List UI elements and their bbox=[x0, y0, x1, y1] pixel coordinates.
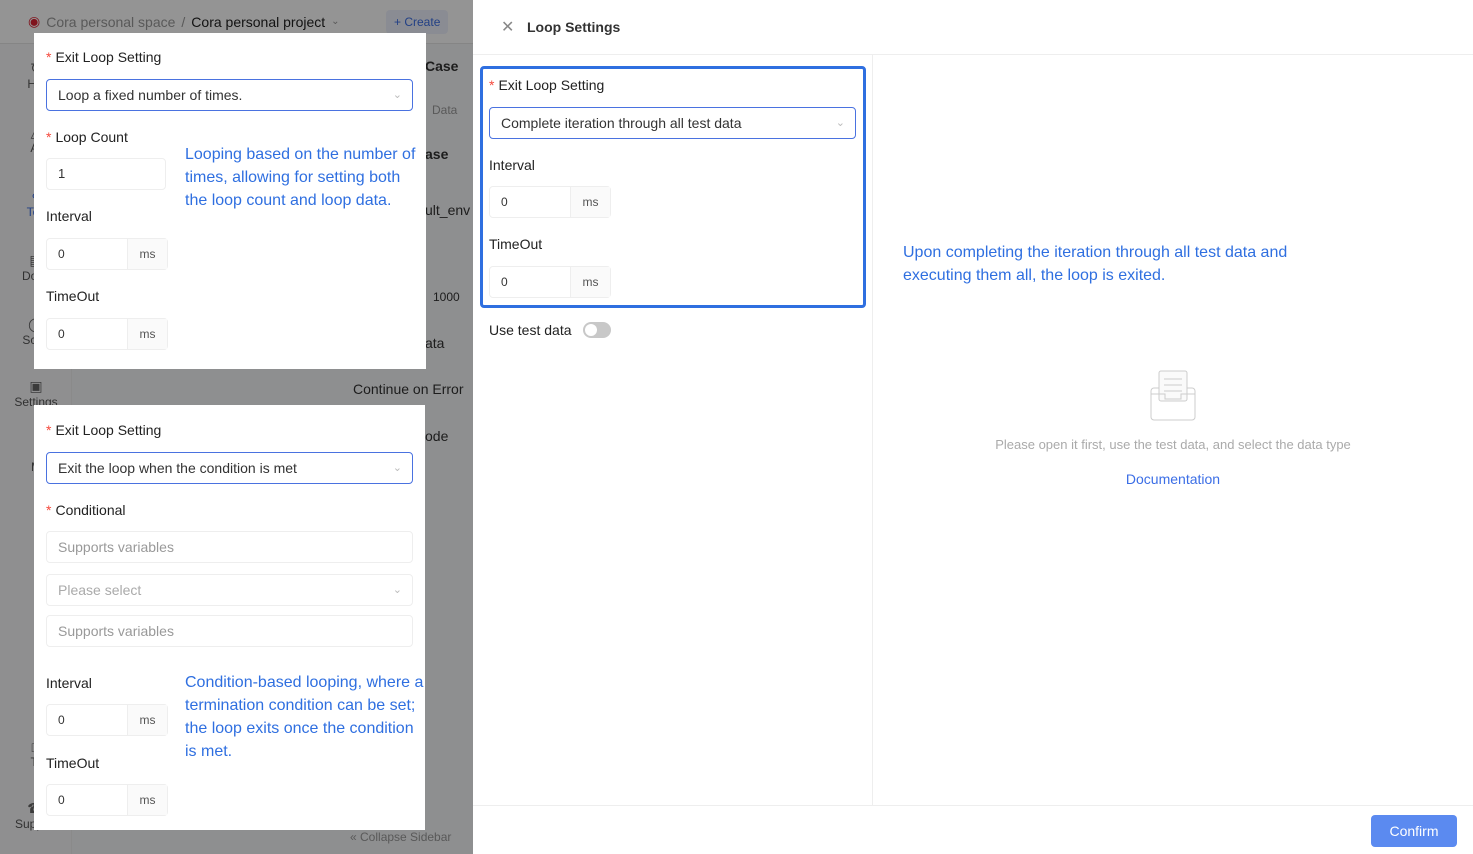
timeout-value[interactable]: 0 bbox=[490, 267, 570, 297]
confirm-button[interactable]: Confirm bbox=[1371, 815, 1457, 847]
documentation-link[interactable]: Documentation bbox=[873, 471, 1473, 487]
exit-loop-label: * Exit Loop Setting bbox=[46, 422, 162, 438]
interval-value[interactable]: 0 bbox=[47, 705, 127, 735]
chevron-down-icon: ⌄ bbox=[392, 89, 402, 101]
timeout-label: TimeOut bbox=[46, 288, 100, 304]
divider bbox=[872, 55, 873, 805]
interval-label: Interval bbox=[46, 675, 92, 691]
loop-count-input[interactable]: 1 bbox=[46, 158, 166, 190]
condition-example-card: * Exit Loop Setting Exit the loop when th… bbox=[34, 405, 425, 830]
exit-loop-select[interactable]: Loop a fixed number of times. ⌄ bbox=[46, 79, 413, 111]
annotation-note: Condition-based looping, where a termina… bbox=[185, 674, 424, 760]
interval-value[interactable]: 0 bbox=[47, 239, 127, 269]
label-text: Exit Loop Setting bbox=[55, 49, 162, 65]
select-value: Loop a fixed number of times. bbox=[58, 87, 243, 103]
label-text: Exit Loop Setting bbox=[498, 77, 605, 93]
label-text: Loop Count bbox=[55, 129, 128, 145]
select-placeholder: Please select bbox=[58, 582, 142, 598]
interval-label: Interval bbox=[489, 157, 535, 173]
interval-value[interactable]: 0 bbox=[490, 187, 570, 217]
chevron-down-icon: ⌄ bbox=[392, 462, 402, 474]
unit-label: ms bbox=[570, 267, 610, 297]
empty-inbox-icon bbox=[1150, 370, 1196, 421]
chevron-down-icon: ⌄ bbox=[835, 117, 845, 129]
select-value: Complete iteration through all test data bbox=[501, 115, 742, 131]
exit-loop-label: * Exit Loop Setting bbox=[489, 77, 605, 93]
interval-input[interactable]: 0 ms bbox=[489, 186, 611, 218]
timeout-value[interactable]: 0 bbox=[47, 785, 127, 815]
label-text: Exit Loop Setting bbox=[55, 422, 162, 438]
timeout-input[interactable]: 0 ms bbox=[46, 784, 168, 816]
select-value: Exit the loop when the condition is met bbox=[58, 460, 297, 476]
conditional-label: * Conditional bbox=[46, 502, 126, 518]
loop-settings-drawer: ✕ Loop Settings * Exit Loop Setting Compl… bbox=[473, 0, 1473, 854]
condition-right-input[interactable]: Supports variables bbox=[46, 615, 413, 647]
condition-operator-select[interactable]: Please select ⌄ bbox=[46, 574, 413, 606]
condition-left-input[interactable]: Supports variables bbox=[46, 531, 413, 563]
use-test-data-toggle[interactable] bbox=[583, 322, 611, 338]
interval-label: Interval bbox=[46, 208, 92, 224]
chevron-down-icon: ⌄ bbox=[392, 584, 402, 596]
interval-input[interactable]: 0 ms bbox=[46, 238, 168, 270]
timeout-value[interactable]: 0 bbox=[47, 319, 127, 349]
loop-count-label: * Loop Count bbox=[46, 129, 128, 145]
unit-label: ms bbox=[127, 785, 167, 815]
interval-input[interactable]: 0 ms bbox=[46, 704, 168, 736]
timeout-input[interactable]: 0 ms bbox=[46, 318, 168, 350]
unit-label: ms bbox=[127, 239, 167, 269]
drawer-footer: Confirm bbox=[473, 805, 1473, 854]
label-text: Conditional bbox=[55, 502, 126, 518]
fixed-count-example-card: * Exit Loop Setting Loop a fixed number o… bbox=[34, 33, 426, 369]
exit-loop-label: * Exit Loop Setting bbox=[46, 49, 162, 65]
unit-label: ms bbox=[570, 187, 610, 217]
drawer-title: Loop Settings bbox=[527, 19, 621, 35]
timeout-input[interactable]: 0 ms bbox=[489, 266, 611, 298]
annotation-note: Upon completing the iteration through al… bbox=[903, 244, 1288, 284]
unit-label: ms bbox=[127, 319, 167, 349]
empty-state-text: Please open it first, use the test data,… bbox=[995, 437, 1351, 452]
close-icon[interactable]: ✕ bbox=[501, 17, 514, 37]
annotation-note: Looping based on the number of times, al… bbox=[185, 146, 416, 209]
exit-loop-select[interactable]: Exit the loop when the condition is met ⌄ bbox=[46, 452, 413, 484]
unit-label: ms bbox=[127, 705, 167, 735]
use-test-data-label: Use test data bbox=[489, 322, 572, 338]
drawer-header: ✕ Loop Settings bbox=[473, 0, 1473, 55]
timeout-label: TimeOut bbox=[46, 755, 100, 771]
timeout-label: TimeOut bbox=[489, 236, 543, 252]
exit-loop-select[interactable]: Complete iteration through all test data… bbox=[489, 107, 856, 139]
